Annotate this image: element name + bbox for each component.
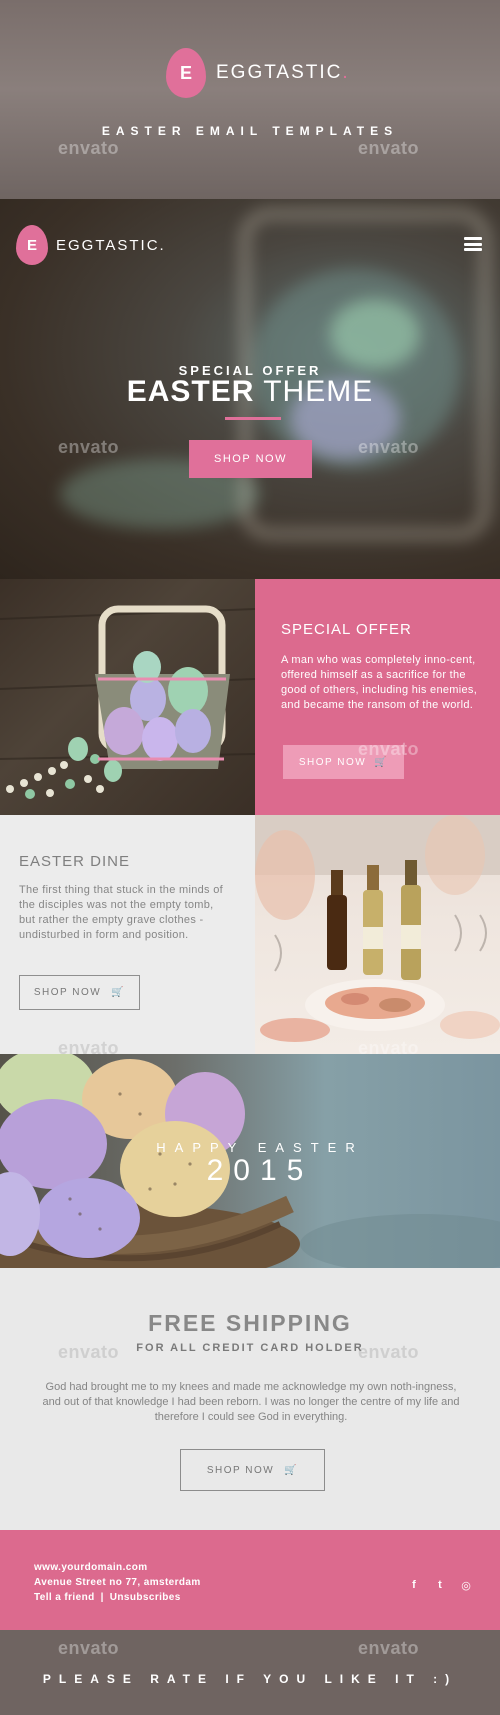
easter-dine-shop-now-button[interactable]: SHOP NOW 🛒 — [19, 975, 140, 1010]
hero-title: EASTER THEME — [126, 375, 374, 408]
shipping-shop-now-button[interactable]: SHOP NOW 🛒 — [180, 1449, 325, 1491]
cart-icon: 🛒 — [111, 987, 126, 998]
envato-watermark: envato — [358, 1638, 420, 1658]
envato-watermark: envato — [358, 739, 420, 759]
envato-watermark: envato — [58, 437, 120, 457]
envato-watermark: envato — [58, 1638, 120, 1658]
rate-bar: envato envato PLEASE RATE IF YOU LIKE IT… — [0, 1630, 500, 1715]
envato-watermark: envato — [358, 138, 420, 158]
rate-request-text: PLEASE RATE IF YOU LIKE IT :) — [42, 1672, 458, 1686]
free-shipping-section: FREE SHIPPING FOR ALL CREDIT CARD HOLDER… — [0, 1268, 500, 1530]
easter-dine-panel: EASTER DINE The first thing that stuck i… — [0, 815, 255, 1058]
happy-easter-kicker: HAPPY EASTER — [156, 1140, 364, 1155]
easter-dine-text: The first thing that stuck in the minds … — [19, 884, 223, 941]
brand-name: EGGTASTIC. — [56, 236, 166, 254]
hero-divider — [225, 417, 281, 420]
envato-watermark: envato — [358, 1342, 420, 1362]
twitter-icon[interactable]: t — [434, 1579, 446, 1592]
easter-year: 2015 — [206, 1154, 314, 1187]
special-offer-title: SPECIAL OFFER — [281, 621, 412, 638]
brand-name: EGGTASTIC. — [216, 62, 350, 83]
happy-easter-banner: HAPPY EASTER 2015 — [0, 1054, 500, 1268]
email-template: E EGGTASTIC. EASTER EMAIL TEMPLATES enva… — [0, 0, 500, 1715]
egg-logo-icon: E — [16, 225, 48, 265]
top-brand-bar: E EGGTASTIC. EASTER EMAIL TEMPLATES enva… — [0, 0, 500, 199]
egg-logo-icon: E — [166, 48, 206, 98]
dining-table-image: envato — [255, 815, 500, 1054]
hero-logo[interactable]: E EGGTASTIC. — [16, 225, 166, 265]
tell-a-friend-link[interactable]: Tell a friend — [34, 1592, 95, 1603]
hero-shop-now-button[interactable]: SHOP NOW — [189, 440, 312, 478]
footer-separator: | — [100, 1592, 104, 1603]
footer-address: Avenue Street no 77, amsterdam — [34, 1577, 201, 1588]
envato-watermark: envato — [358, 437, 420, 457]
unsubscribe-link[interactable]: Unsubscribes — [110, 1592, 181, 1603]
footer-links: Tell a friend | Unsubscribes — [34, 1592, 181, 1603]
hamburger-menu-icon[interactable] — [464, 237, 482, 251]
envato-watermark: envato — [358, 1038, 420, 1054]
special-offer-text: A man who was completely inno-cent, offe… — [281, 654, 478, 711]
footer-domain-link[interactable]: www.yourdomain.com — [34, 1562, 148, 1573]
template-tagline: EASTER EMAIL TEMPLATES — [101, 124, 399, 138]
free-shipping-text: God had brought me to my knees and made … — [42, 1381, 460, 1423]
easter-basket-image — [0, 579, 255, 815]
easter-dine-title: EASTER DINE — [19, 853, 131, 870]
special-offer-panel: SPECIAL OFFER A man who was completely i… — [255, 579, 500, 815]
free-shipping-title: FREE SHIPPING — [148, 1310, 352, 1336]
button-label: SHOP NOW — [33, 987, 102, 998]
cart-icon: 🛒 — [284, 1464, 299, 1476]
top-logo[interactable]: E EGGTASTIC. — [166, 48, 350, 98]
hero-section: E EGGTASTIC. SPECIAL OFFER EASTER THEME … — [0, 199, 500, 579]
envato-watermark: envato — [58, 138, 120, 158]
button-label: SHOP NOW — [298, 756, 367, 768]
footer: www.yourdomain.com Avenue Street no 77, … — [0, 1530, 500, 1630]
envato-watermark: envato — [58, 1342, 120, 1362]
facebook-icon[interactable]: f — [408, 1579, 420, 1592]
social-links: f t ◎ — [408, 1579, 472, 1592]
instagram-icon[interactable]: ◎ — [460, 1579, 472, 1592]
dining-illustration — [255, 815, 500, 1042]
basket-illustration — [0, 605, 255, 799]
button-label: SHOP NOW — [206, 1464, 275, 1476]
